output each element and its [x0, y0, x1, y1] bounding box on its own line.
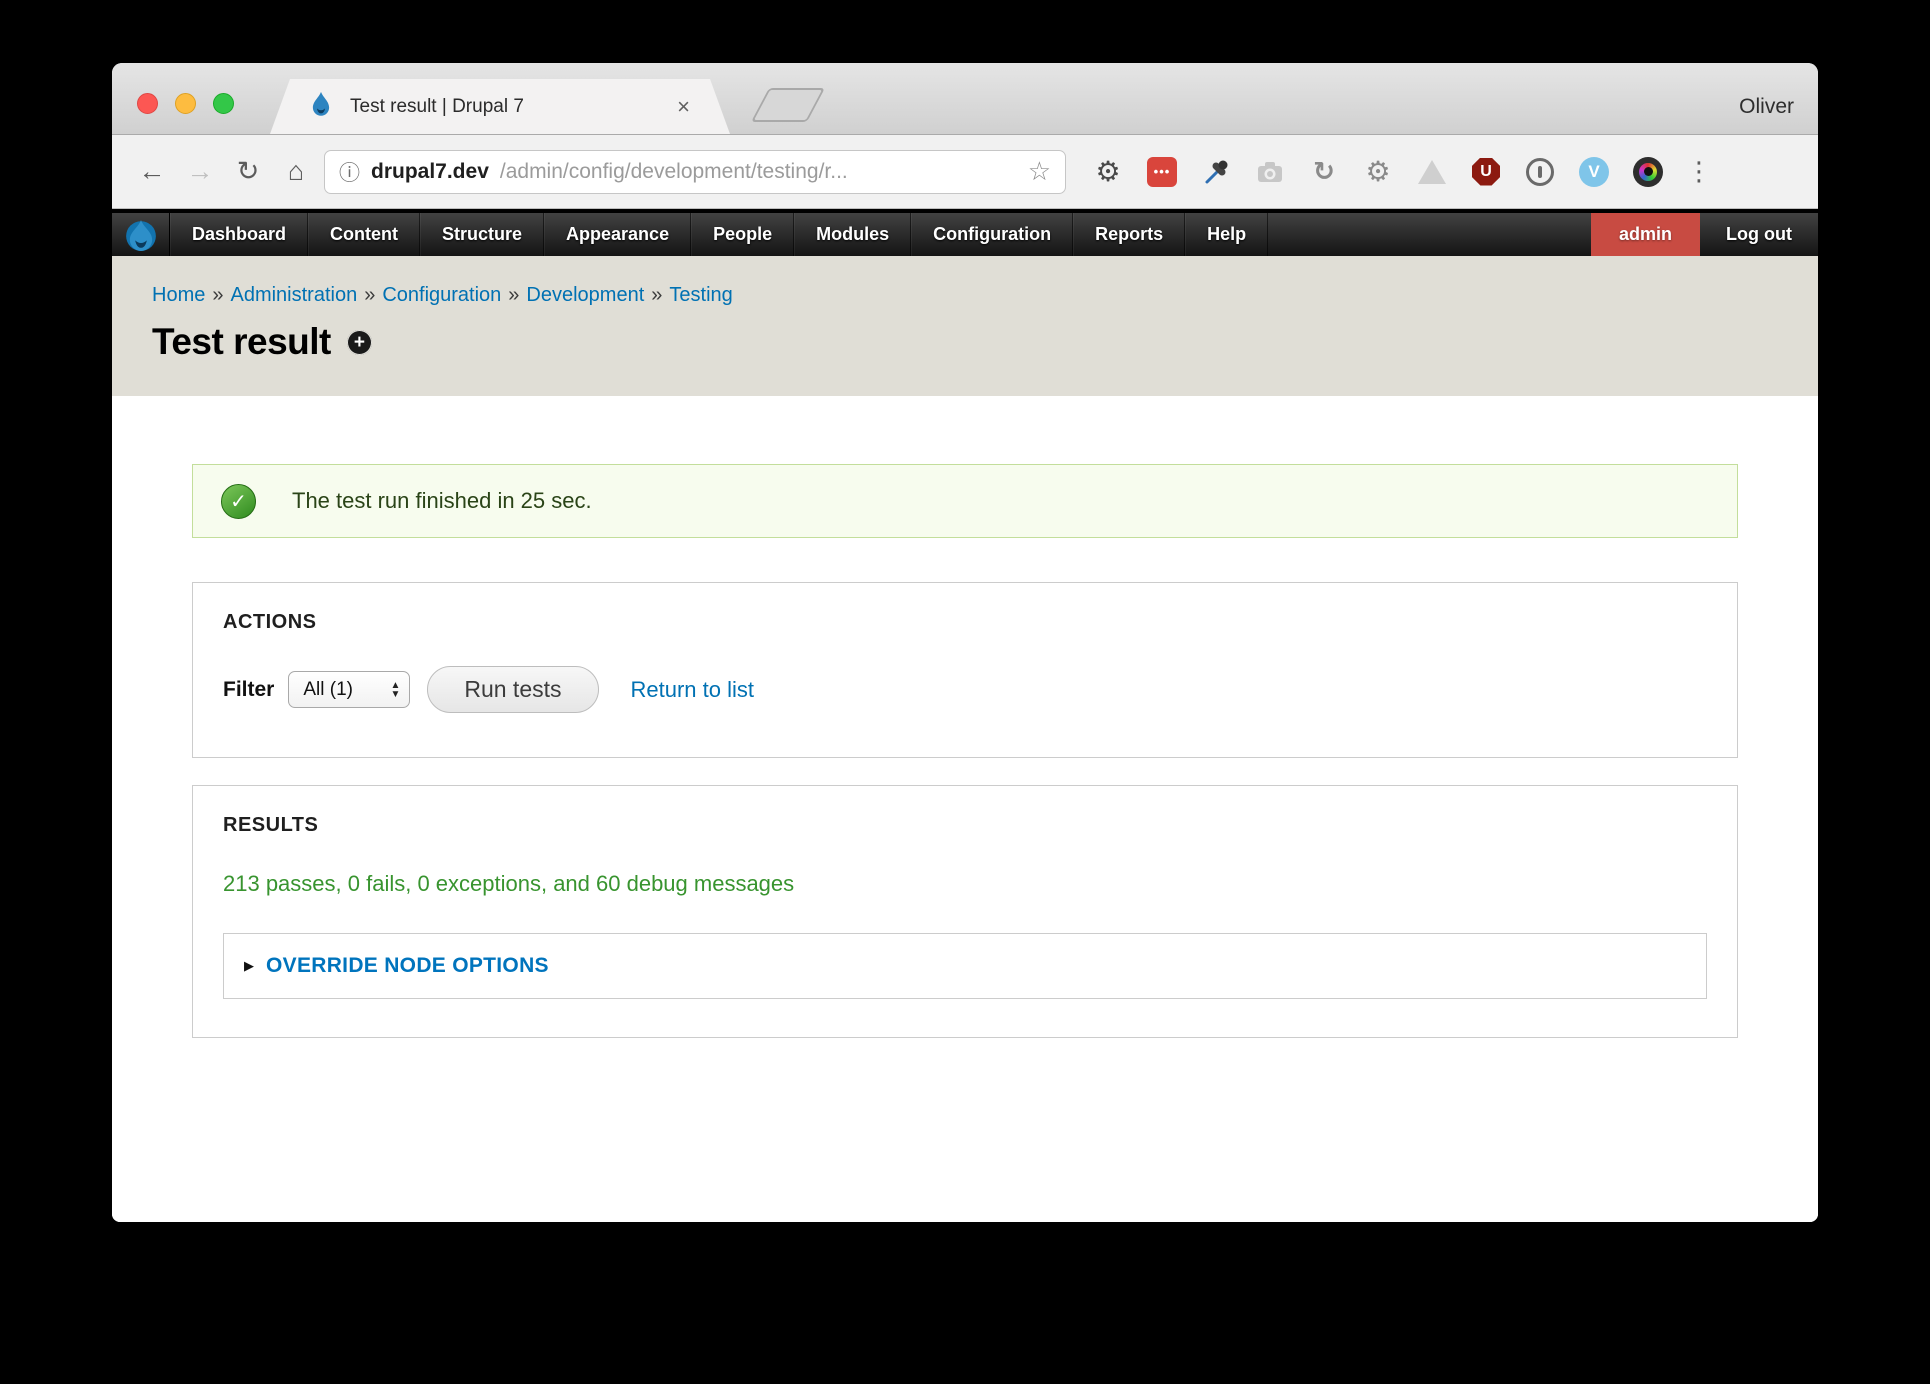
breadcrumb-development[interactable]: Development — [526, 284, 644, 306]
desktop-background: Test result | Drupal 7 × Oliver ← → ↻ ⌂ … — [0, 0, 1930, 1384]
breadcrumb-separator: » — [651, 284, 662, 306]
toolbar-item-help[interactable]: Help — [1185, 213, 1268, 256]
drupal-logo-icon[interactable] — [112, 213, 170, 256]
window-controls — [137, 93, 234, 114]
close-tab-icon[interactable]: × — [677, 94, 690, 120]
toolbar-item-dashboard[interactable]: Dashboard — [170, 213, 308, 256]
camera-lens-extension-icon[interactable] — [1632, 156, 1664, 188]
bookmark-star-icon[interactable]: ☆ — [1028, 156, 1051, 187]
breadcrumb-administration[interactable]: Administration — [230, 284, 357, 306]
toolbar-item-people[interactable]: People — [691, 213, 794, 256]
google-drive-extension-icon[interactable] — [1416, 156, 1448, 188]
browser-profile-name[interactable]: Oliver — [1739, 95, 1794, 119]
back-icon[interactable]: ← — [132, 156, 172, 187]
address-bar[interactable]: ⓘ drupal7.dev /admin/config/development/… — [324, 150, 1066, 194]
toolbar-item-content[interactable]: Content — [308, 213, 420, 256]
override-node-options-fieldset[interactable]: ▶ OVERRIDE NODE OPTIONS — [223, 933, 1707, 999]
tampermonkey-extension-icon[interactable]: ⚙ — [1362, 156, 1394, 188]
browser-navbar: ← → ↻ ⌂ ⓘ drupal7.dev /admin/config/deve… — [112, 135, 1818, 209]
camera-extension-icon[interactable] — [1254, 156, 1286, 188]
minimize-window-button[interactable] — [175, 93, 196, 114]
page-monitor-extension-icon[interactable]: ↻ — [1308, 156, 1340, 188]
page-header: Home » Administration » Configuration » Develo… — [112, 256, 1818, 396]
results-summary: 213 passes, 0 fails, 0 exceptions, and 6… — [223, 871, 1707, 897]
tab-strip: Test result | Drupal 7 × Oliver — [112, 63, 1818, 135]
lastpass-extension-icon[interactable]: ••• — [1146, 156, 1178, 188]
add-shortcut-icon[interactable]: + — [347, 330, 372, 355]
site-info-icon[interactable]: ⓘ — [339, 157, 360, 187]
toolbar-item-reports[interactable]: Reports — [1073, 213, 1185, 256]
status-message: ✓ The test run finished in 25 sec. — [192, 464, 1738, 538]
tab-title: Test result | Drupal 7 — [350, 96, 661, 118]
select-arrows-icon: ▲ ▼ — [390, 681, 400, 699]
breadcrumb-configuration[interactable]: Configuration — [382, 284, 501, 306]
status-ok-icon: ✓ — [221, 484, 256, 519]
vimeo-extension-icon[interactable]: V — [1578, 156, 1610, 188]
breadcrumb-separator: » — [508, 284, 519, 306]
breadcrumb: Home » Administration » Configuration » Develo… — [152, 284, 1778, 307]
toolbar-item-structure[interactable]: Structure — [420, 213, 544, 256]
close-window-button[interactable] — [137, 93, 158, 114]
ublock-extension-icon[interactable]: U — [1470, 156, 1502, 188]
settings-gear-extension-icon[interactable]: ⚙ — [1092, 156, 1124, 188]
toolbar-user-admin[interactable]: admin — [1591, 213, 1700, 256]
breadcrumb-home[interactable]: Home — [152, 284, 205, 306]
chrome-menu-icon[interactable]: ⋮ — [1686, 156, 1712, 187]
browser-window: Test result | Drupal 7 × Oliver ← → ↻ ⌂ … — [112, 63, 1818, 1222]
toolbar-logout[interactable]: Log out — [1700, 213, 1818, 256]
results-fieldset: RESULTS 213 passes, 0 fails, 0 exception… — [192, 785, 1738, 1038]
breadcrumb-separator: » — [212, 284, 223, 306]
url-path: /admin/config/development/testing/r... — [500, 160, 848, 184]
filter-select-value: All (1) — [303, 679, 353, 701]
actions-legend: ACTIONS — [223, 611, 1707, 634]
breadcrumb-separator: » — [364, 284, 375, 306]
extension-row: ⚙ ••• ↻ ⚙ U V — [1092, 156, 1664, 188]
onepassword-extension-icon[interactable] — [1524, 156, 1556, 188]
page-title: Test result — [152, 321, 331, 363]
collapse-arrow-icon: ▶ — [244, 958, 254, 974]
toolbar-item-appearance[interactable]: Appearance — [544, 213, 691, 256]
eyedropper-extension-icon[interactable] — [1200, 156, 1232, 188]
url-host: drupal7.dev — [371, 160, 489, 184]
filter-label: Filter — [223, 678, 274, 702]
active-tab[interactable]: Test result | Drupal 7 × — [270, 79, 730, 134]
run-tests-button[interactable]: Run tests — [427, 666, 598, 713]
toolbar-item-modules[interactable]: Modules — [794, 213, 911, 256]
new-tab-button[interactable] — [751, 88, 825, 122]
breadcrumb-testing[interactable]: Testing — [669, 284, 732, 306]
reload-icon[interactable]: ↻ — [228, 156, 268, 187]
zoom-window-button[interactable] — [213, 93, 234, 114]
status-text: The test run finished in 25 sec. — [292, 488, 592, 514]
override-node-options-link[interactable]: OVERRIDE NODE OPTIONS — [266, 954, 549, 978]
page-content: ✓ The test run finished in 25 sec. ACTIO… — [112, 396, 1818, 1222]
return-to-list-link[interactable]: Return to list — [631, 677, 755, 703]
home-icon[interactable]: ⌂ — [276, 156, 316, 187]
drupal-admin-toolbar: Dashboard Content Structure Appearance P… — [112, 209, 1818, 256]
toolbar-spacer — [1268, 213, 1591, 256]
toolbar-item-configuration[interactable]: Configuration — [911, 213, 1073, 256]
forward-icon[interactable]: → — [180, 156, 220, 187]
results-legend: RESULTS — [223, 814, 1707, 837]
filter-select[interactable]: All (1) ▲ ▼ — [288, 671, 410, 708]
drupal-favicon-icon — [308, 91, 334, 122]
actions-fieldset: ACTIONS Filter All (1) ▲ ▼ Run tests Ret… — [192, 582, 1738, 758]
